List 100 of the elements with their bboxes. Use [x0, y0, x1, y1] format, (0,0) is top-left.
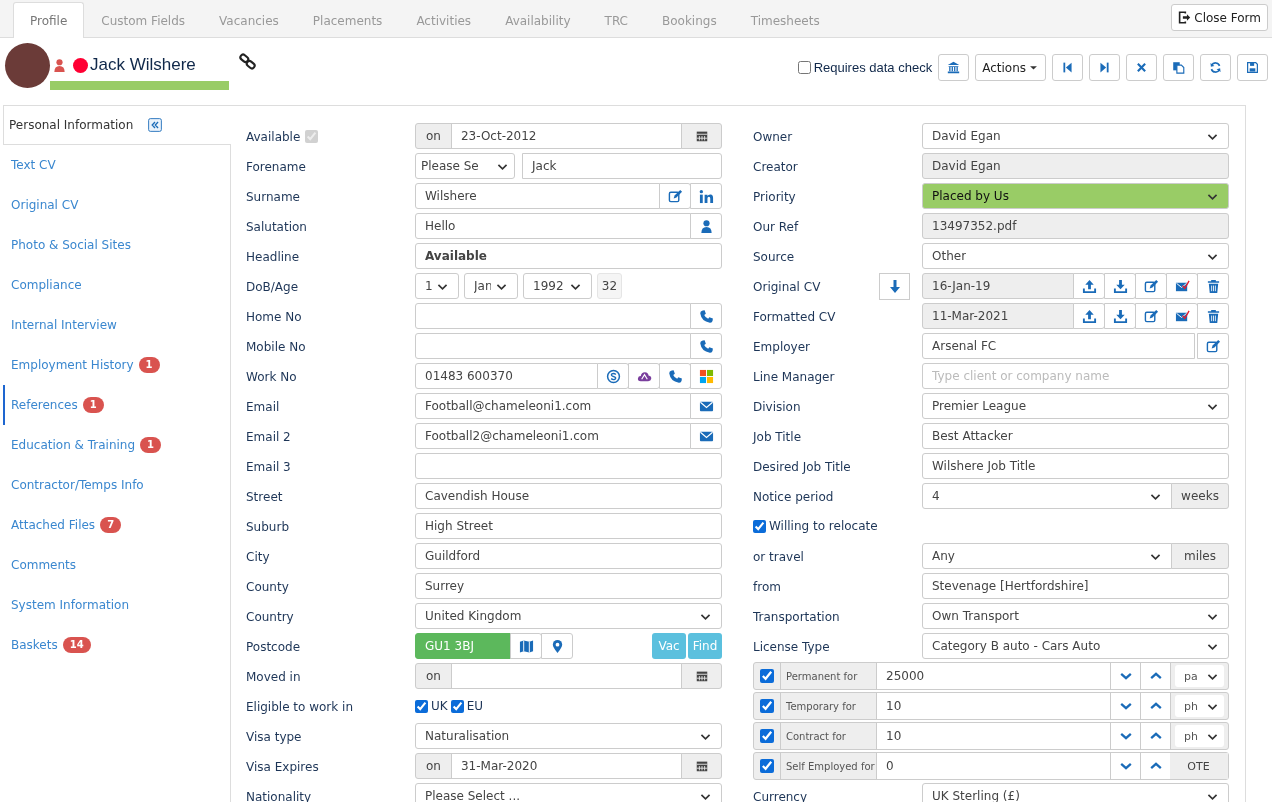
edit-button[interactable]: [1197, 333, 1229, 359]
text-field[interactable]: Wilshere: [415, 183, 660, 209]
text-field[interactable]: Wilshere Job Title: [922, 453, 1229, 479]
select-field[interactable]: Any: [922, 543, 1172, 569]
year-select[interactable]: 1992: [523, 273, 592, 299]
edit-button[interactable]: [659, 183, 691, 209]
select-field[interactable]: Premier League: [922, 393, 1229, 419]
text-field[interactable]: 01483 600370: [415, 363, 598, 389]
last-record-button[interactable]: [1089, 54, 1120, 81]
readonly-field[interactable]: David Egan: [922, 153, 1229, 179]
select-field[interactable]: Other: [922, 243, 1229, 269]
download-button[interactable]: [1104, 273, 1136, 299]
text-field[interactable]: High Street: [415, 513, 722, 539]
upload-button[interactable]: [1073, 273, 1105, 299]
sidebar-item[interactable]: Photo & Social Sites: [3, 225, 230, 265]
sidebar-item[interactable]: Comments: [3, 545, 230, 585]
call-button[interactable]: [659, 363, 691, 389]
select-field[interactable]: Own Transport: [922, 603, 1229, 629]
text-field[interactable]: Jack: [522, 153, 722, 179]
edit-icon: [1143, 278, 1159, 294]
text-field[interactable]: Arsenal FC: [922, 333, 1195, 359]
text-field[interactable]: [415, 453, 722, 479]
text-field[interactable]: Cavendish House: [415, 483, 722, 509]
sidebar-item[interactable]: Attached Files 7: [3, 505, 230, 545]
sidebar-item[interactable]: Employment History 1: [3, 345, 230, 385]
text-field[interactable]: Best Attacker: [922, 423, 1229, 449]
download-button[interactable]: [1104, 303, 1136, 329]
delete-button[interactable]: [1197, 303, 1229, 329]
checkbox[interactable]: [450, 699, 464, 713]
file-date-field[interactable]: 16-Jan-19: [922, 273, 1074, 299]
profile-link-button[interactable]: [690, 183, 722, 209]
close-form-button[interactable]: Close Form: [1171, 4, 1268, 31]
download-icon: [1112, 278, 1128, 294]
tab[interactable]: Profile: [13, 2, 85, 38]
mail-cv-button[interactable]: [1166, 273, 1198, 299]
sidebar-item[interactable]: Original CV: [3, 185, 230, 225]
calendar-button[interactable]: [681, 663, 722, 689]
first-record-button[interactable]: [1052, 54, 1083, 81]
upload-button[interactable]: [1073, 303, 1105, 329]
sidebar-item[interactable]: Contractor/Temps Info: [3, 465, 230, 505]
title-select[interactable]: Please Se: [415, 153, 515, 179]
date-field[interactable]: 31-Mar-2020: [450, 753, 682, 779]
day-select[interactable]: 1: [415, 273, 459, 299]
select-field[interactable]: United Kingdom: [415, 603, 722, 629]
data-check-checkbox[interactable]: [797, 61, 811, 74]
select-field[interactable]: UK Sterling (£): [922, 783, 1229, 802]
text-field[interactable]: [415, 303, 691, 329]
sidebar-item[interactable]: Compliance: [3, 265, 230, 305]
field-label: Email 2: [246, 429, 291, 444]
field-label: Forename: [246, 159, 306, 174]
call-app-button[interactable]: [597, 363, 629, 389]
call-button[interactable]: [690, 303, 722, 329]
select-field[interactable]: David Egan: [922, 123, 1229, 149]
text-field[interactable]: Surrey: [415, 573, 722, 599]
readonly-field[interactable]: 13497352.pdf: [922, 213, 1229, 239]
mail-cv-button[interactable]: [1166, 303, 1198, 329]
date-field[interactable]: 23-Oct-2012: [450, 123, 682, 149]
text-field[interactable]: Type client or company name: [922, 363, 1229, 389]
text-field[interactable]: Hello: [415, 213, 691, 239]
delete-button[interactable]: [1197, 273, 1229, 299]
app-button[interactable]: [690, 363, 722, 389]
text-field[interactable]: Football2@chameleoni1.com: [415, 423, 691, 449]
file-date-field[interactable]: 11-Mar-2021: [922, 303, 1074, 329]
select-field[interactable]: Category B auto - Cars Auto: [922, 633, 1229, 659]
text-field[interactable]: Available: [415, 243, 722, 269]
text-field[interactable]: Football@chameleoni1.com: [415, 393, 691, 419]
save-button[interactable]: [1237, 54, 1268, 81]
refresh-button[interactable]: [1200, 54, 1231, 81]
edit-button[interactable]: [1135, 273, 1167, 299]
sidebar-item[interactable]: Personal Information: [3, 105, 231, 145]
cloud-button[interactable]: [628, 363, 660, 389]
sidebar-item[interactable]: Baskets 14: [3, 625, 230, 665]
select-field[interactable]: Naturalisation: [415, 723, 722, 749]
bank-button[interactable]: [938, 54, 970, 81]
calendar-button[interactable]: [681, 123, 722, 149]
text-field[interactable]: Guildford: [415, 543, 722, 569]
mail-button[interactable]: [690, 393, 722, 419]
checkbox[interactable]: [753, 519, 766, 533]
select-field[interactable]: 4: [922, 483, 1172, 509]
sidebar-item[interactable]: Education & Training 1: [3, 425, 230, 465]
text-field[interactable]: Stevenage [Hertfordshire]: [922, 573, 1229, 599]
person-button[interactable]: [690, 213, 722, 239]
sidebar-item[interactable]: References 1: [3, 385, 230, 425]
select-field[interactable]: Placed by Us: [922, 183, 1229, 209]
sidebar-item[interactable]: Internal Interview: [3, 305, 230, 345]
checkbox[interactable]: [415, 699, 428, 713]
month-select[interactable]: Jan: [464, 273, 518, 299]
copy-button[interactable]: [1163, 54, 1194, 81]
actions-button[interactable]: Actions: [975, 54, 1046, 81]
mail-button[interactable]: [690, 423, 722, 449]
call-button[interactable]: [690, 333, 722, 359]
edit-button[interactable]: [1135, 303, 1167, 329]
sidebar-item[interactable]: System Information: [3, 585, 230, 625]
select-field[interactable]: Please Select ...: [415, 783, 722, 802]
calendar-button[interactable]: [681, 753, 722, 779]
close-button[interactable]: [1126, 54, 1157, 81]
download-latest-button[interactable]: [879, 273, 910, 300]
sidebar-item[interactable]: Text CV: [3, 145, 230, 185]
text-field[interactable]: [415, 333, 691, 359]
date-field[interactable]: [450, 663, 682, 689]
